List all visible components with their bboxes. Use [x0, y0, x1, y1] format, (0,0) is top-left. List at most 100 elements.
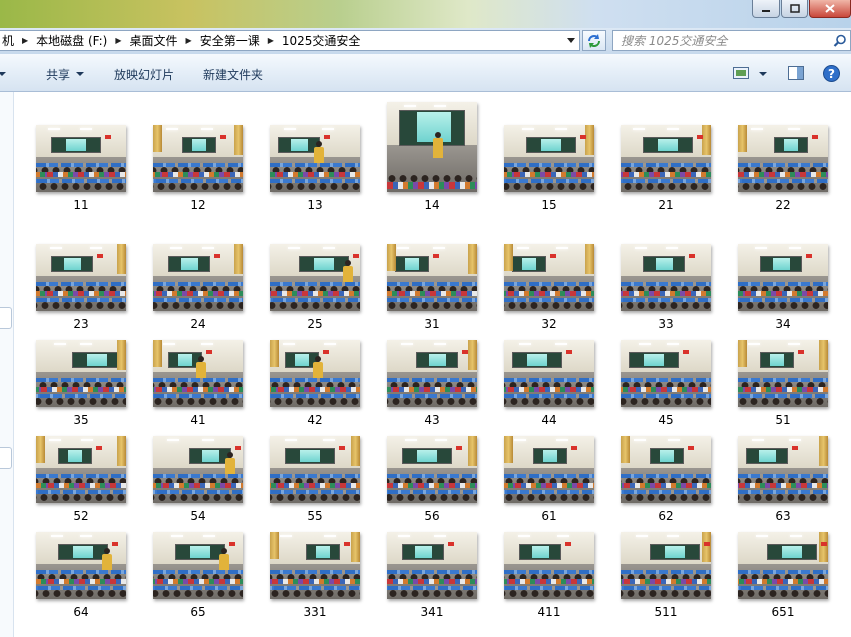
search-input[interactable] — [621, 33, 821, 48]
navigation-pane-item[interactable] — [0, 307, 12, 329]
navigation-pane-item[interactable] — [0, 447, 12, 469]
preview-pane-icon[interactable] — [788, 66, 804, 80]
new-folder-button[interactable]: 新建文件夹 — [203, 66, 263, 83]
refresh-button[interactable] — [582, 30, 606, 51]
file-name-label[interactable]: 33 — [621, 317, 711, 331]
chevron-right-icon[interactable]: ▶ — [110, 36, 126, 45]
image-thumbnail[interactable] — [504, 125, 594, 192]
image-thumbnail[interactable] — [36, 125, 126, 192]
file-name-label[interactable]: 62 — [621, 509, 711, 523]
view-dropdown-arrow-icon[interactable] — [759, 72, 767, 76]
image-thumbnail[interactable] — [621, 436, 711, 503]
image-thumbnail[interactable] — [504, 436, 594, 503]
minimize-button[interactable] — [752, 0, 780, 18]
breadcrumb-computer[interactable]: 机 — [0, 32, 17, 49]
file-name-label[interactable]: 56 — [387, 509, 477, 523]
share-button[interactable]: 共享 — [46, 66, 70, 83]
image-thumbnail[interactable] — [270, 125, 360, 192]
file-name-label[interactable]: 25 — [270, 317, 360, 331]
image-thumbnail[interactable] — [738, 125, 828, 192]
file-name-label[interactable]: 31 — [387, 317, 477, 331]
file-name-label[interactable]: 21 — [621, 198, 711, 212]
file-name-label[interactable]: 13 — [270, 198, 360, 212]
image-thumbnail[interactable] — [153, 244, 243, 311]
image-thumbnail[interactable] — [153, 532, 243, 599]
file-name-label[interactable]: 63 — [738, 509, 828, 523]
image-thumbnail[interactable] — [621, 125, 711, 192]
image-thumbnail[interactable] — [36, 340, 126, 407]
image-thumbnail[interactable] — [504, 532, 594, 599]
close-button[interactable] — [809, 0, 851, 18]
file-name-label[interactable]: 51 — [738, 413, 828, 427]
image-thumbnail[interactable] — [387, 102, 477, 192]
file-name-label[interactable]: 23 — [36, 317, 126, 331]
image-thumbnail[interactable] — [36, 436, 126, 503]
file-name-label[interactable]: 14 — [387, 198, 477, 212]
image-thumbnail[interactable] — [36, 532, 126, 599]
dropdown-arrow-icon[interactable] — [567, 38, 575, 43]
image-thumbnail[interactable] — [270, 340, 360, 407]
chevron-right-icon[interactable]: ▶ — [17, 36, 33, 45]
file-name-label[interactable]: 331 — [270, 605, 360, 619]
image-thumbnail[interactable] — [621, 244, 711, 311]
file-name-label[interactable]: 651 — [738, 605, 828, 619]
file-name-label[interactable]: 22 — [738, 198, 828, 212]
file-name-label[interactable]: 43 — [387, 413, 477, 427]
file-name-label[interactable]: 12 — [153, 198, 243, 212]
image-thumbnail[interactable] — [153, 436, 243, 503]
file-name-label[interactable]: 15 — [504, 198, 594, 212]
image-thumbnail[interactable] — [738, 436, 828, 503]
navigation-pane[interactable] — [0, 92, 14, 637]
image-thumbnail[interactable] — [504, 340, 594, 407]
image-thumbnail[interactable] — [36, 244, 126, 311]
breadcrumb-current-folder[interactable]: 1025交通安全 — [279, 32, 364, 49]
chevron-right-icon[interactable]: ▶ — [181, 36, 197, 45]
file-name-label[interactable]: 34 — [738, 317, 828, 331]
image-thumbnail[interactable] — [738, 532, 828, 599]
file-name-label[interactable]: 55 — [270, 509, 360, 523]
file-name-label[interactable]: 511 — [621, 605, 711, 619]
image-thumbnail[interactable] — [387, 340, 477, 407]
file-list[interactable]: 11 12 13 14 15 21 22 23 24 25 31 32 33 34 35 41 42 43 44 45… — [14, 92, 851, 637]
address-bar[interactable]: 机 ▶ 本地磁盘 (F:) ▶ 桌面文件 ▶ 安全第一课 ▶ 1025交通安全 — [0, 30, 580, 51]
file-name-label[interactable]: 11 — [36, 198, 126, 212]
file-name-label[interactable]: 411 — [504, 605, 594, 619]
file-name-label[interactable]: 64 — [36, 605, 126, 619]
breadcrumb-safety-lesson[interactable]: 安全第一课 — [197, 32, 263, 49]
file-name-label[interactable]: 61 — [504, 509, 594, 523]
file-name-label[interactable]: 41 — [153, 413, 243, 427]
image-thumbnail[interactable] — [270, 436, 360, 503]
file-name-label[interactable]: 44 — [504, 413, 594, 427]
image-thumbnail[interactable] — [504, 244, 594, 311]
file-name-label[interactable]: 65 — [153, 605, 243, 619]
image-thumbnail[interactable] — [738, 244, 828, 311]
image-thumbnail[interactable] — [738, 340, 828, 407]
image-thumbnail[interactable] — [387, 244, 477, 311]
file-name-label[interactable]: 45 — [621, 413, 711, 427]
file-name-label[interactable]: 52 — [36, 509, 126, 523]
breadcrumb-drive[interactable]: 本地磁盘 (F:) — [33, 32, 110, 49]
organize-dropdown-arrow-icon[interactable] — [0, 72, 6, 76]
file-name-label[interactable]: 54 — [153, 509, 243, 523]
help-icon[interactable]: ? — [823, 65, 840, 82]
maximize-button[interactable] — [781, 0, 808, 18]
image-thumbnail[interactable] — [270, 532, 360, 599]
view-options-icon[interactable] — [733, 67, 749, 79]
chevron-right-icon[interactable]: ▶ — [263, 36, 279, 45]
slideshow-button[interactable]: 放映幻灯片 — [114, 66, 174, 83]
image-thumbnail[interactable] — [621, 340, 711, 407]
file-name-label[interactable]: 32 — [504, 317, 594, 331]
image-thumbnail[interactable] — [387, 532, 477, 599]
file-name-label[interactable]: 42 — [270, 413, 360, 427]
image-thumbnail[interactable] — [621, 532, 711, 599]
image-thumbnail[interactable] — [153, 125, 243, 192]
file-name-label[interactable]: 35 — [36, 413, 126, 427]
image-thumbnail[interactable] — [270, 244, 360, 311]
image-thumbnail[interactable] — [153, 340, 243, 407]
file-name-label[interactable]: 341 — [387, 605, 477, 619]
search-icon[interactable] — [833, 34, 847, 48]
file-name-label[interactable]: 24 — [153, 317, 243, 331]
breadcrumb-desktop-files[interactable]: 桌面文件 — [127, 32, 181, 49]
image-thumbnail[interactable] — [387, 436, 477, 503]
share-dropdown-arrow-icon[interactable] — [76, 72, 84, 76]
